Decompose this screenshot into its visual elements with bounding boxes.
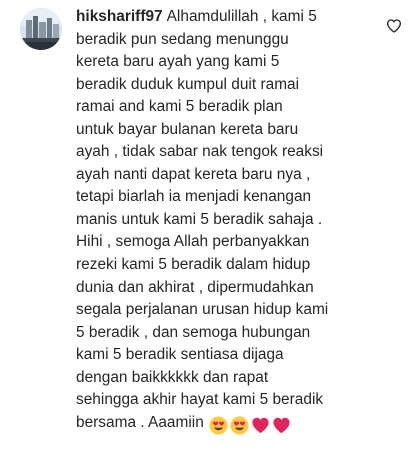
comment-text: Alhamdulillah , kami 5 beradik pun sedang… — [76, 8, 328, 431]
comment-line: manis untuk kami 5 beradik sahaja . — [76, 210, 323, 228]
avatar-image — [20, 8, 62, 50]
comment-line: beradik duduk kumpul duit ramai — [76, 75, 300, 93]
comment-line: 5 beradik , dan semoga hubungan — [76, 323, 311, 341]
avatar[interactable] — [20, 8, 62, 50]
comment-body: hikshariff97 Alhamdulillah , kami 5 beradi… — [76, 6, 398, 438]
comment-line: Alhamdulillah , kami 5 — [166, 8, 317, 25]
heart-eyes-emoji — [230, 416, 249, 435]
heart-outline-icon — [387, 19, 401, 33]
comment-line: kereta baru ayah yang kami 5 — [76, 53, 280, 71]
emoji-group — [209, 416, 293, 439]
like-comment-button[interactable] — [386, 18, 402, 34]
comment-line: segala perjalanan urusan hidup kami — [76, 301, 329, 319]
comment-line: dunia dan akhirat , dipermudahkan — [76, 278, 314, 296]
comment-line: untuk bayar bulanan kereta baru — [76, 120, 299, 138]
comment-line: bersama . Aaamiin — [76, 413, 204, 431]
comment-line: ayah , tidak sabar nak tengok reaksi — [76, 143, 324, 161]
comment-line: Hihi , semoga Allah perbanyakkan — [76, 233, 310, 251]
comment-line: dengan baikkkkkk dan rapat — [76, 368, 269, 386]
red-heart-emoji — [273, 417, 290, 433]
comment-line: ramai and kami 5 beradik plan — [76, 98, 283, 116]
comment-line: kami 5 beradik sentiasa dijaga — [76, 346, 284, 364]
comment-line: tetapi biarlah ia menjadi kenangan — [76, 188, 312, 206]
comment: hikshariff97 Alhamdulillah , kami 5 beradi… — [0, 0, 419, 456]
red-heart-emoji — [252, 417, 269, 433]
comment-line: ayah nanti dapat kereta baru nya , — [76, 165, 311, 183]
comment-line: rezeki kami 5 beradik dalam hidup — [76, 256, 311, 274]
comment-line: beradik pun sedang menunggu — [76, 30, 289, 48]
heart-eyes-emoji — [209, 416, 228, 435]
comment-username[interactable]: hikshariff97 — [76, 8, 163, 25]
comment-line: sehingga akhir hayat kami 5 beradik — [76, 391, 324, 409]
